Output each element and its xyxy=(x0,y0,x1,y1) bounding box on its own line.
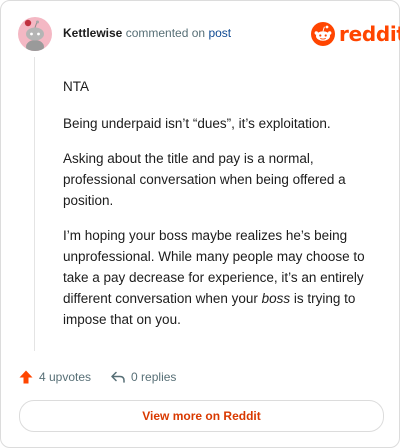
reddit-snoo-avatar xyxy=(24,19,44,51)
upvote-arrow-icon xyxy=(19,370,33,384)
upvote-count: 4 upvotes xyxy=(39,370,92,384)
replies-button[interactable]: 0 replies xyxy=(110,369,176,385)
post-link[interactable]: post xyxy=(208,26,231,40)
reddit-brand[interactable]: reddit xyxy=(311,21,400,47)
comment-paragraph: NTA xyxy=(63,79,89,94)
thread-line[interactable] xyxy=(34,57,35,351)
comment-header: Kettlewise commented on post xyxy=(63,26,231,40)
header-action: commented on xyxy=(125,26,206,40)
author-name[interactable]: Kettlewise xyxy=(63,26,122,40)
emphasized-word: boss xyxy=(261,291,291,306)
view-more-button[interactable]: View more on Reddit xyxy=(19,400,384,432)
reddit-logo-icon xyxy=(311,22,335,46)
comment-paragraph: Asking about the title and pay is a norm… xyxy=(63,151,346,208)
reply-count: 0 replies xyxy=(131,370,177,384)
comment-actions: 4 upvotes 0 replies xyxy=(18,367,176,387)
upvote-button[interactable]: 4 upvotes xyxy=(18,369,91,385)
comment-paragraph: Being underpaid isn’t “dues”, it’s explo… xyxy=(63,116,331,131)
comment-paragraph: I’m hoping your boss maybe realizes he’s… xyxy=(63,225,379,330)
comment-body: NTA Being underpaid isn’t “dues”, it’s e… xyxy=(63,76,379,344)
reply-arrow-icon xyxy=(111,371,125,383)
reddit-wordmark: reddit xyxy=(339,22,400,46)
avatar[interactable] xyxy=(18,17,52,51)
comment-embed-card: Kettlewise commented on post reddit NTA … xyxy=(0,0,400,448)
